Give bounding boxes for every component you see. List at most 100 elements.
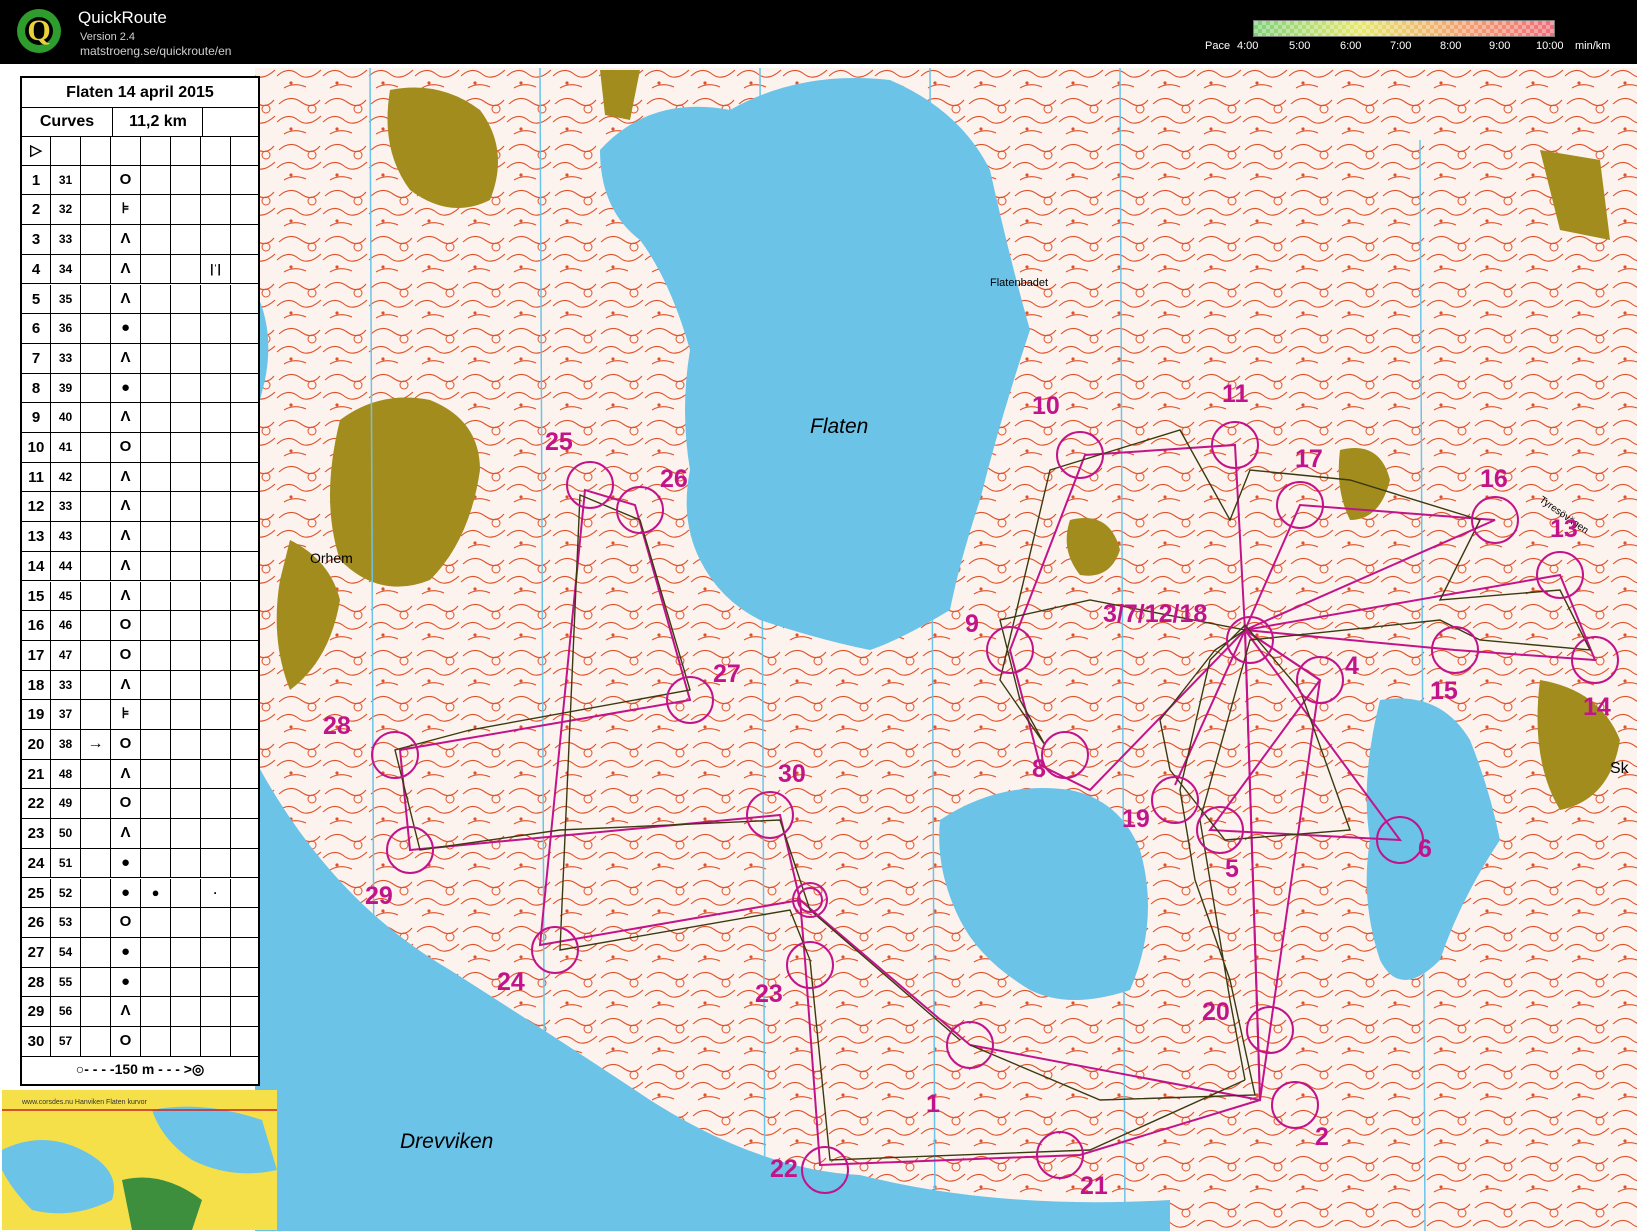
control-number: 25 (545, 428, 573, 456)
edge-label: Sk (1610, 760, 1629, 777)
control-code: 48 (50, 759, 80, 789)
control-feature-icon: ● (110, 314, 140, 343)
control-order: 21 (27, 765, 45, 783)
control-row: 27 54 ● (22, 937, 258, 968)
control-code: 56 (50, 997, 80, 1026)
control-order: 20 (27, 736, 45, 753)
control-code: 45 (50, 581, 80, 611)
control-order: 25 (27, 884, 45, 902)
control-feature-icon: Λ (110, 254, 140, 284)
control-row: 14 44 Λ (22, 551, 258, 582)
control-order: 22 (27, 795, 45, 813)
control-row: 24 51 ● (22, 848, 258, 879)
control-feature-icon: ● (110, 937, 140, 967)
control-row: 7 33 Λ (22, 343, 258, 374)
control-number: 28 (323, 712, 351, 740)
app-url[interactable]: matstroeng.se/quickroute/en (80, 44, 231, 58)
control-code: 54 (50, 937, 80, 967)
control-code: 31 (50, 165, 80, 195)
control-order: 18 (27, 676, 45, 694)
control-feature-icon: O (110, 165, 140, 195)
control-code: 53 (50, 908, 80, 937)
control-number: 26 (660, 465, 688, 493)
control-description-sheet: Flaten 14 april 2015 Curves 11,2 km ▷ 1 31… (20, 76, 260, 1086)
control-number: 27 (713, 660, 741, 688)
control-row: 4 34 Λ |ˈ| (22, 254, 258, 285)
control-code: 41 (50, 433, 80, 462)
control-row: 28 55 ● (22, 967, 258, 998)
control-code: 44 (50, 551, 80, 581)
svg-text:Q: Q (27, 14, 50, 47)
quickroute-logo-icon: Q (17, 9, 61, 53)
control-feature-icon: ⊧ (110, 700, 140, 729)
control-code: 33 (50, 225, 80, 254)
control-number: 2 (1315, 1123, 1329, 1151)
control-row: 8 39 ● (22, 373, 258, 404)
control-number: 23 (755, 980, 783, 1008)
overview-inset-map (2, 1090, 277, 1230)
control-number: 13 (1550, 515, 1578, 543)
pace-tick: 9:00 (1489, 40, 1511, 52)
lake-label: Flaten (810, 415, 869, 438)
control-order: 16 (27, 617, 45, 635)
control-order: 26 (27, 914, 45, 932)
course-distance: 11,2 km (112, 107, 203, 136)
bay-label: Drevviken (400, 1130, 494, 1153)
control-order: 1 (31, 171, 41, 189)
control-order: 6 (31, 320, 41, 338)
control-row: 2 32 ⊧ (22, 195, 258, 226)
control-order: 12 (27, 498, 45, 516)
control-feature-icon: Λ (110, 492, 140, 522)
control-row: 18 33 Λ (22, 670, 258, 701)
control-feature-icon: Λ (110, 997, 140, 1026)
control-number: 4 (1345, 652, 1359, 680)
control-number: 1 (926, 1090, 940, 1118)
control-code: 42 (50, 462, 80, 492)
control-row: 22 49 O (22, 789, 258, 820)
control-number: 30 (778, 760, 806, 788)
control-row: 6 36 ● (22, 314, 258, 344)
control-feature-icon: O (110, 433, 140, 462)
control-code: 49 (50, 789, 80, 819)
control-code: 36 (50, 314, 80, 343)
control-code: 33 (50, 343, 80, 373)
control-feature-icon: ⊧ (110, 195, 140, 225)
control-order: 30 (27, 1033, 45, 1050)
control-number: 8 (1032, 755, 1046, 783)
control-row: 13 43 Λ (22, 522, 258, 552)
control-order: 14 (27, 557, 45, 575)
control-order: 15 (27, 587, 45, 605)
control-order: 11 (28, 468, 44, 486)
control-code: 32 (50, 195, 80, 225)
control-feature-icon: O (110, 908, 140, 937)
course-header: Curves 11,2 km (22, 107, 258, 137)
control-order: 17 (27, 646, 45, 664)
control-number: 24 (497, 968, 525, 996)
control-number: 29 (365, 882, 393, 910)
control-code: 40 (50, 403, 80, 432)
control-number: 15 (1430, 677, 1458, 705)
control-order: 19 (27, 706, 45, 724)
control-feature-icon: O (110, 640, 140, 670)
title-bar: Q QuickRoute Version 2.4 matstroeng.se/q… (0, 0, 1637, 64)
beach-label: Flatenbadet (990, 277, 1049, 289)
control-feature-icon: ● (140, 878, 170, 908)
control-row: 20 38 → O (22, 730, 258, 760)
control-order: 5 (31, 290, 41, 308)
control-order: 9 (31, 409, 41, 427)
control-row: 10 41 O (22, 433, 258, 463)
control-order: 10 (27, 439, 45, 456)
control-code: 35 (50, 284, 80, 314)
control-feature-icon: Λ (110, 759, 140, 789)
control-order: 23 (27, 825, 45, 843)
app-version: Version 2.4 (80, 31, 136, 43)
control-code: 51 (50, 848, 80, 878)
control-code: 50 (50, 819, 80, 848)
control-row: 1 31 O (22, 165, 258, 196)
pace-tick: 6:00 (1340, 40, 1362, 52)
direction-arrow-icon: → (80, 730, 110, 759)
control-order: 24 (27, 854, 45, 872)
control-feature-icon: Λ (110, 462, 140, 492)
control-order: 7 (31, 349, 41, 367)
control-order: 29 (27, 1003, 45, 1021)
